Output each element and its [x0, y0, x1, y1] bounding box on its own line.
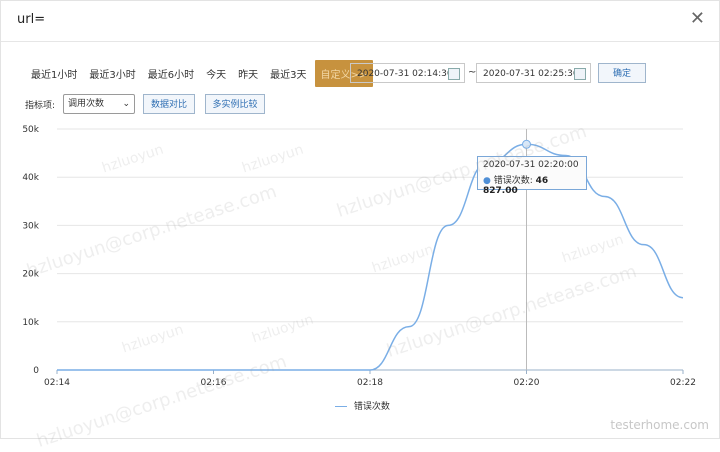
range-3h[interactable]: 最近3小时	[89, 66, 135, 81]
tooltip-series: 错误次数:	[493, 176, 533, 186]
calendar-icon[interactable]	[448, 68, 460, 80]
credit-text: testerhome.com	[610, 418, 709, 432]
chart-tooltip: 2020-07-31 02:20:00 ● 错误次数: 46 827.00	[477, 156, 587, 196]
x-tick-label: 02:18	[357, 378, 383, 388]
multi-instance-button[interactable]: 多实例比较	[205, 94, 265, 114]
metric-select-value: 调用次数	[68, 99, 105, 109]
chart-dialog: url= ✕ 最近1小时 最近3小时 最近6小时 今天 昨天 最近3天 自定义>…	[0, 0, 720, 452]
chart-legend[interactable]: 错误次数	[335, 399, 390, 412]
y-tick-label: 30k	[22, 221, 39, 231]
range-1h[interactable]: 最近1小时	[31, 66, 77, 81]
line-chart: 0 10k 20k 30k 40k 50k 02:14 02:16 02:18 02:20 02:…	[22, 125, 696, 388]
y-tick-label: 50k	[22, 125, 39, 135]
y-tick-label: 0	[33, 366, 39, 376]
range-3d[interactable]: 最近3天	[270, 66, 306, 81]
range-today[interactable]: 今天	[206, 66, 226, 81]
close-icon[interactable]: ✕	[690, 10, 705, 28]
x-tick-label: 02:20	[514, 378, 540, 388]
chevron-down-icon: ⌄	[122, 99, 130, 109]
y-tick-label: 40k	[22, 173, 39, 183]
metric-select[interactable]: 调用次数 ⌄	[63, 94, 135, 114]
range-6h[interactable]: 最近6小时	[148, 66, 194, 81]
end-date-value: 2020-07-31 02:25:36	[483, 69, 579, 79]
y-tick-label: 10k	[22, 318, 39, 328]
series-dot-icon: ●	[483, 176, 491, 186]
tooltip-row: ● 错误次数: 46 827.00	[483, 173, 581, 196]
dialog-title: url=	[17, 12, 46, 27]
end-date-input[interactable]: 2020-07-31 02:25:36	[476, 63, 591, 83]
time-range-bar: 最近1小时 最近3小时 最近6小时 今天 昨天 最近3天 自定义>>	[31, 59, 374, 87]
range-yesterday[interactable]: 昨天	[238, 66, 258, 81]
hover-point	[522, 139, 531, 149]
y-tick-label: 20k	[22, 270, 39, 280]
calendar-icon[interactable]	[574, 68, 586, 80]
compare-button[interactable]: 数据对比	[143, 94, 195, 114]
x-tick-label: 02:14	[44, 378, 70, 388]
start-date-value: 2020-07-31 02:14:36	[357, 69, 453, 79]
x-tick-label: 02:22	[670, 378, 696, 388]
confirm-button[interactable]: 确定	[598, 63, 646, 83]
tooltip-time: 2020-07-31 02:20:00	[483, 160, 579, 170]
series-line	[57, 143, 684, 371]
dialog-header: url= ✕	[1, 1, 719, 42]
legend-label: 错误次数	[353, 402, 390, 412]
x-tick-label: 02:16	[201, 378, 227, 388]
metric-label: 指标项:	[25, 101, 56, 111]
start-date-input[interactable]: 2020-07-31 02:14:36	[350, 63, 465, 83]
legend-line-icon	[335, 406, 347, 407]
